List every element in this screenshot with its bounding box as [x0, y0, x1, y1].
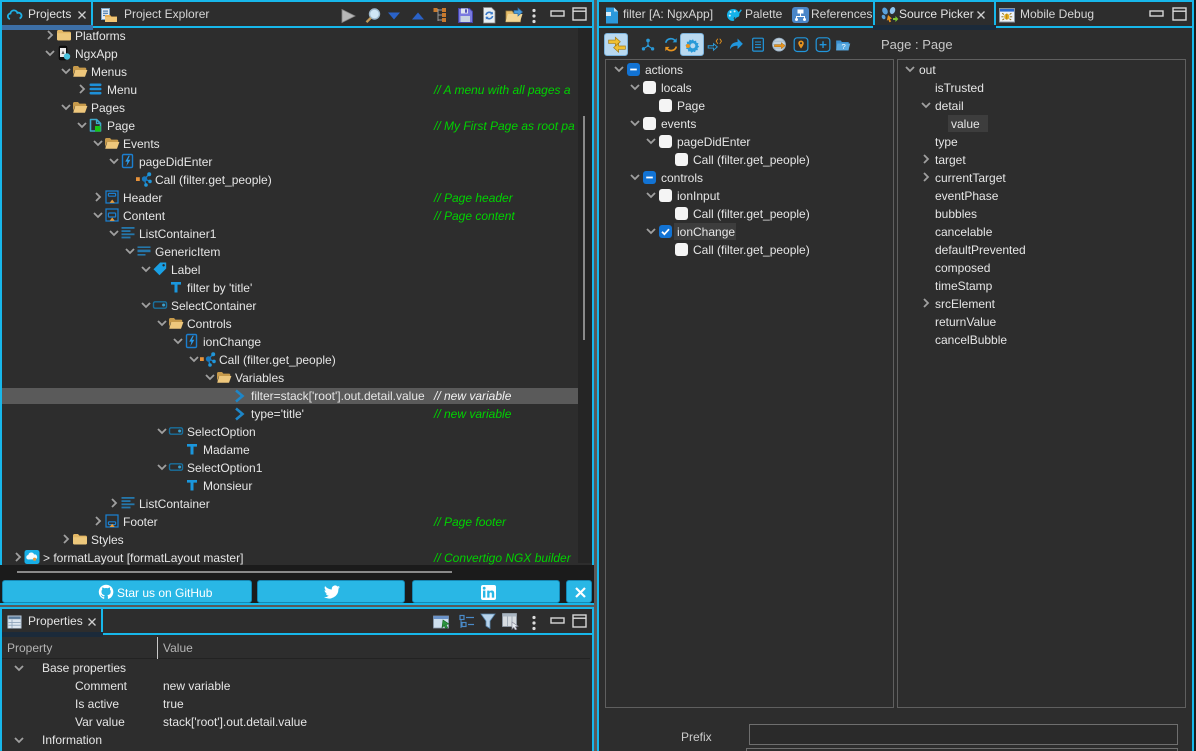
svg-text:?: ?	[842, 42, 846, 51]
